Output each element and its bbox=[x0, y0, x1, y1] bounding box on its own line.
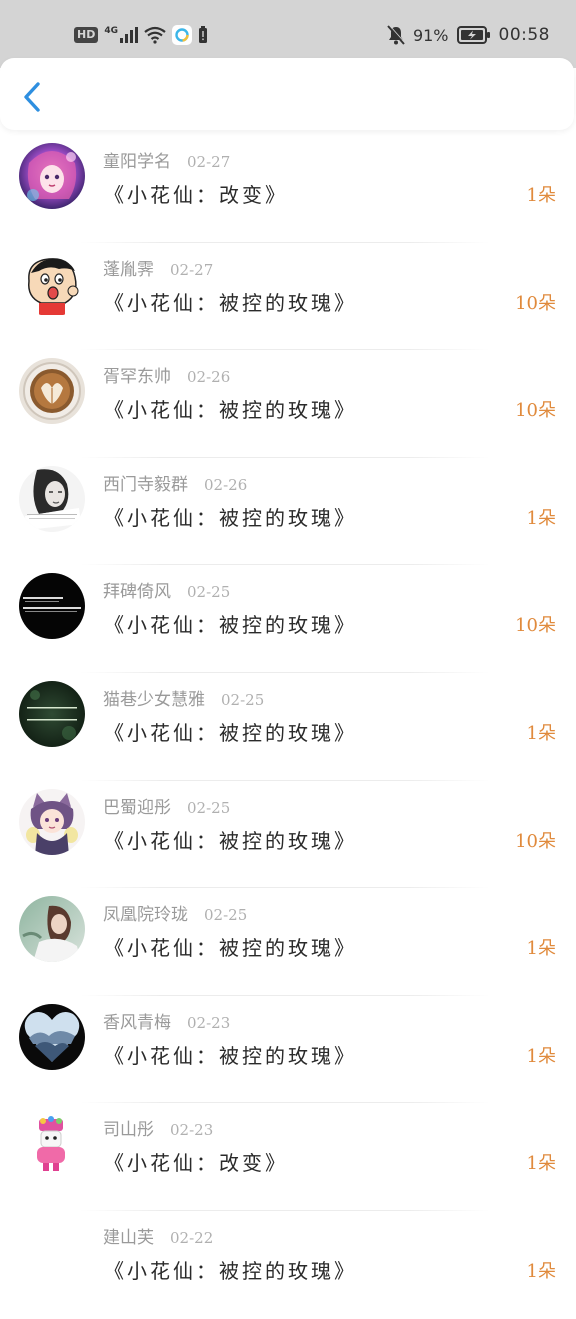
status-left: HD 4G bbox=[74, 24, 208, 46]
battery-alert-icon bbox=[199, 26, 207, 43]
book-title[interactable]: 《小花仙：改变》 bbox=[104, 1147, 288, 1176]
gift-amount: 1朵 bbox=[526, 1045, 556, 1067]
send-date: 02-26 bbox=[204, 475, 248, 494]
gift-amount: 1朵 bbox=[526, 1153, 556, 1175]
sender-meta: 建山芙 02-22 bbox=[103, 1223, 213, 1248]
avatar[interactable] bbox=[19, 573, 85, 640]
list-item[interactable]: 蓬胤霁 02-27 《小花仙：被控的玫瑰》 10朵 bbox=[0, 243, 576, 351]
sender-name: 巴蜀迎彤 bbox=[103, 797, 171, 818]
gift-record-list: 童阳学名02-27 《小花仙：改变》 1朵 蓬胤霁02-27 《小花仙：被控 bbox=[0, 135, 576, 1319]
book-title[interactable]: 《小花仙：被控的玫瑰》 bbox=[104, 502, 357, 531]
avatar[interactable] bbox=[19, 680, 85, 747]
send-date: 02-25 bbox=[187, 583, 231, 602]
bell-muted-icon bbox=[387, 25, 405, 45]
avatar[interactable] bbox=[19, 1218, 85, 1285]
sender-meta: 童阳学名 02-27 bbox=[103, 147, 230, 172]
network-type: 4G bbox=[104, 26, 118, 36]
avatar[interactable] bbox=[19, 250, 85, 317]
book-title[interactable]: 《小花仙：被控的玫瑰》 bbox=[104, 609, 357, 638]
gift-amount: 1朵 bbox=[526, 938, 556, 960]
signal-icon bbox=[120, 27, 138, 43]
sender-name: 童阳学名 bbox=[103, 152, 171, 172]
status-right: 91% 00:58 bbox=[387, 24, 550, 46]
list-item[interactable]: 童阳学名 02-27 《小花仙：改变》 1朵 bbox=[0, 135, 576, 243]
sender-name: 司山彤 bbox=[103, 1120, 154, 1141]
list-item[interactable]: 拜碑倚风 02-25 《小花仙：被控的玫瑰》 10朵 bbox=[0, 565, 576, 673]
avatar[interactable] bbox=[19, 788, 85, 855]
list-item[interactable]: 建山芙 02-22 《小花仙：被控的玫瑰》 1朵 bbox=[0, 1211, 576, 1319]
gift-amount: 1朵 bbox=[526, 1260, 556, 1282]
gift-amount: 1朵 bbox=[526, 185, 556, 206]
book-title[interactable]: 《小花仙：被控的玫瑰》 bbox=[104, 1040, 357, 1069]
send-date: 02-26 bbox=[187, 368, 231, 387]
gift-amount: 1朵 bbox=[526, 507, 556, 529]
list-item[interactable]: 司山彤 02-23 《小花仙：改变》 1朵 bbox=[0, 1103, 576, 1211]
send-date: 02-27 bbox=[187, 153, 231, 171]
avatar[interactable] bbox=[19, 1111, 85, 1178]
clock: 00:58 bbox=[498, 25, 550, 45]
sender-meta: 司山彤 02-23 bbox=[103, 1115, 213, 1140]
gift-amount: 10朵 bbox=[515, 400, 556, 422]
avatar[interactable] bbox=[19, 358, 85, 425]
sender-name: 西门寺毅群 bbox=[103, 474, 188, 495]
list-item[interactable]: 西门寺毅群 02-26 《小花仙：被控的玫瑰》 1朵 bbox=[0, 458, 576, 566]
send-date: 02-25 bbox=[221, 690, 265, 709]
send-date: 02-25 bbox=[204, 906, 248, 925]
book-title[interactable]: 《小花仙：被控的玫瑰》 bbox=[104, 932, 357, 961]
gift-amount: 10朵 bbox=[515, 615, 556, 637]
hd-badge: HD bbox=[74, 27, 99, 43]
send-date: 02-23 bbox=[187, 1013, 231, 1032]
sender-meta: 胥罕东帅 02-26 bbox=[103, 362, 230, 387]
avatar[interactable] bbox=[19, 143, 85, 209]
gift-amount: 10朵 bbox=[515, 830, 556, 852]
send-date: 02-22 bbox=[170, 1228, 214, 1247]
avatar[interactable] bbox=[19, 896, 85, 963]
sender-name: 建山芙 bbox=[103, 1227, 154, 1248]
gift-amount: 10朵 bbox=[515, 292, 556, 314]
book-title[interactable]: 《小花仙：被控的玫瑰》 bbox=[104, 287, 357, 316]
sender-name: 香风青梅 bbox=[103, 1012, 171, 1033]
gift-amount: 1朵 bbox=[526, 722, 556, 744]
battery-percent: 91% bbox=[412, 25, 449, 45]
sender-meta: 巴蜀迎彤 02-25 bbox=[103, 793, 230, 818]
wifi-icon bbox=[144, 26, 166, 44]
sender-name: 胥罕东帅 bbox=[103, 367, 171, 388]
book-title[interactable]: 《小花仙：被控的玫瑰》 bbox=[104, 394, 357, 423]
list-item[interactable]: 巴蜀迎彤 02-25 《小花仙：被控的玫瑰》 10朵 bbox=[0, 781, 576, 889]
top-header bbox=[0, 58, 574, 130]
send-date: 02-27 bbox=[170, 260, 214, 279]
list-item[interactable]: 香风青梅 02-23 《小花仙：被控的玫瑰》 1朵 bbox=[0, 996, 576, 1104]
sender-name: 猫巷少女慧雅 bbox=[103, 689, 205, 710]
sender-meta: 凤凰院玲珑 02-25 bbox=[103, 900, 247, 925]
chevron-left-icon bbox=[24, 82, 40, 112]
send-date: 02-23 bbox=[170, 1121, 214, 1140]
list-item[interactable]: 猫巷少女慧雅 02-25 《小花仙：被控的玫瑰》 1朵 bbox=[0, 673, 576, 781]
sender-meta: 香风青梅 02-23 bbox=[103, 1008, 230, 1033]
app-notification-icon bbox=[172, 25, 192, 45]
battery-charging-icon bbox=[456, 26, 490, 44]
back-button[interactable] bbox=[16, 80, 48, 114]
book-title[interactable]: 《小花仙：被控的玫瑰》 bbox=[104, 825, 357, 854]
list-item[interactable]: 胥罕东帅 02-26 《小花仙：被控的玫瑰》 10朵 bbox=[0, 350, 576, 458]
sender-meta: 西门寺毅群 02-26 bbox=[103, 470, 247, 495]
send-date: 02-25 bbox=[187, 798, 231, 817]
sender-name: 凤凰院玲珑 bbox=[103, 905, 188, 926]
list-item[interactable]: 凤凰院玲珑 02-25 《小花仙：被控的玫瑰》 1朵 bbox=[0, 888, 576, 996]
sender-name: 拜碑倚风 bbox=[103, 582, 171, 603]
sender-name: 蓬胤霁 bbox=[103, 259, 154, 280]
sender-meta: 猫巷少女慧雅 02-25 bbox=[103, 685, 264, 710]
avatar[interactable] bbox=[19, 465, 85, 532]
sender-meta: 蓬胤霁 02-27 bbox=[103, 255, 213, 280]
book-title[interactable]: 《小花仙：被控的玫瑰》 bbox=[104, 717, 357, 746]
sender-meta: 拜碑倚风 02-25 bbox=[103, 577, 230, 602]
book-title[interactable]: 《小花仙：改变》 bbox=[104, 179, 288, 208]
avatar[interactable] bbox=[19, 1003, 85, 1070]
